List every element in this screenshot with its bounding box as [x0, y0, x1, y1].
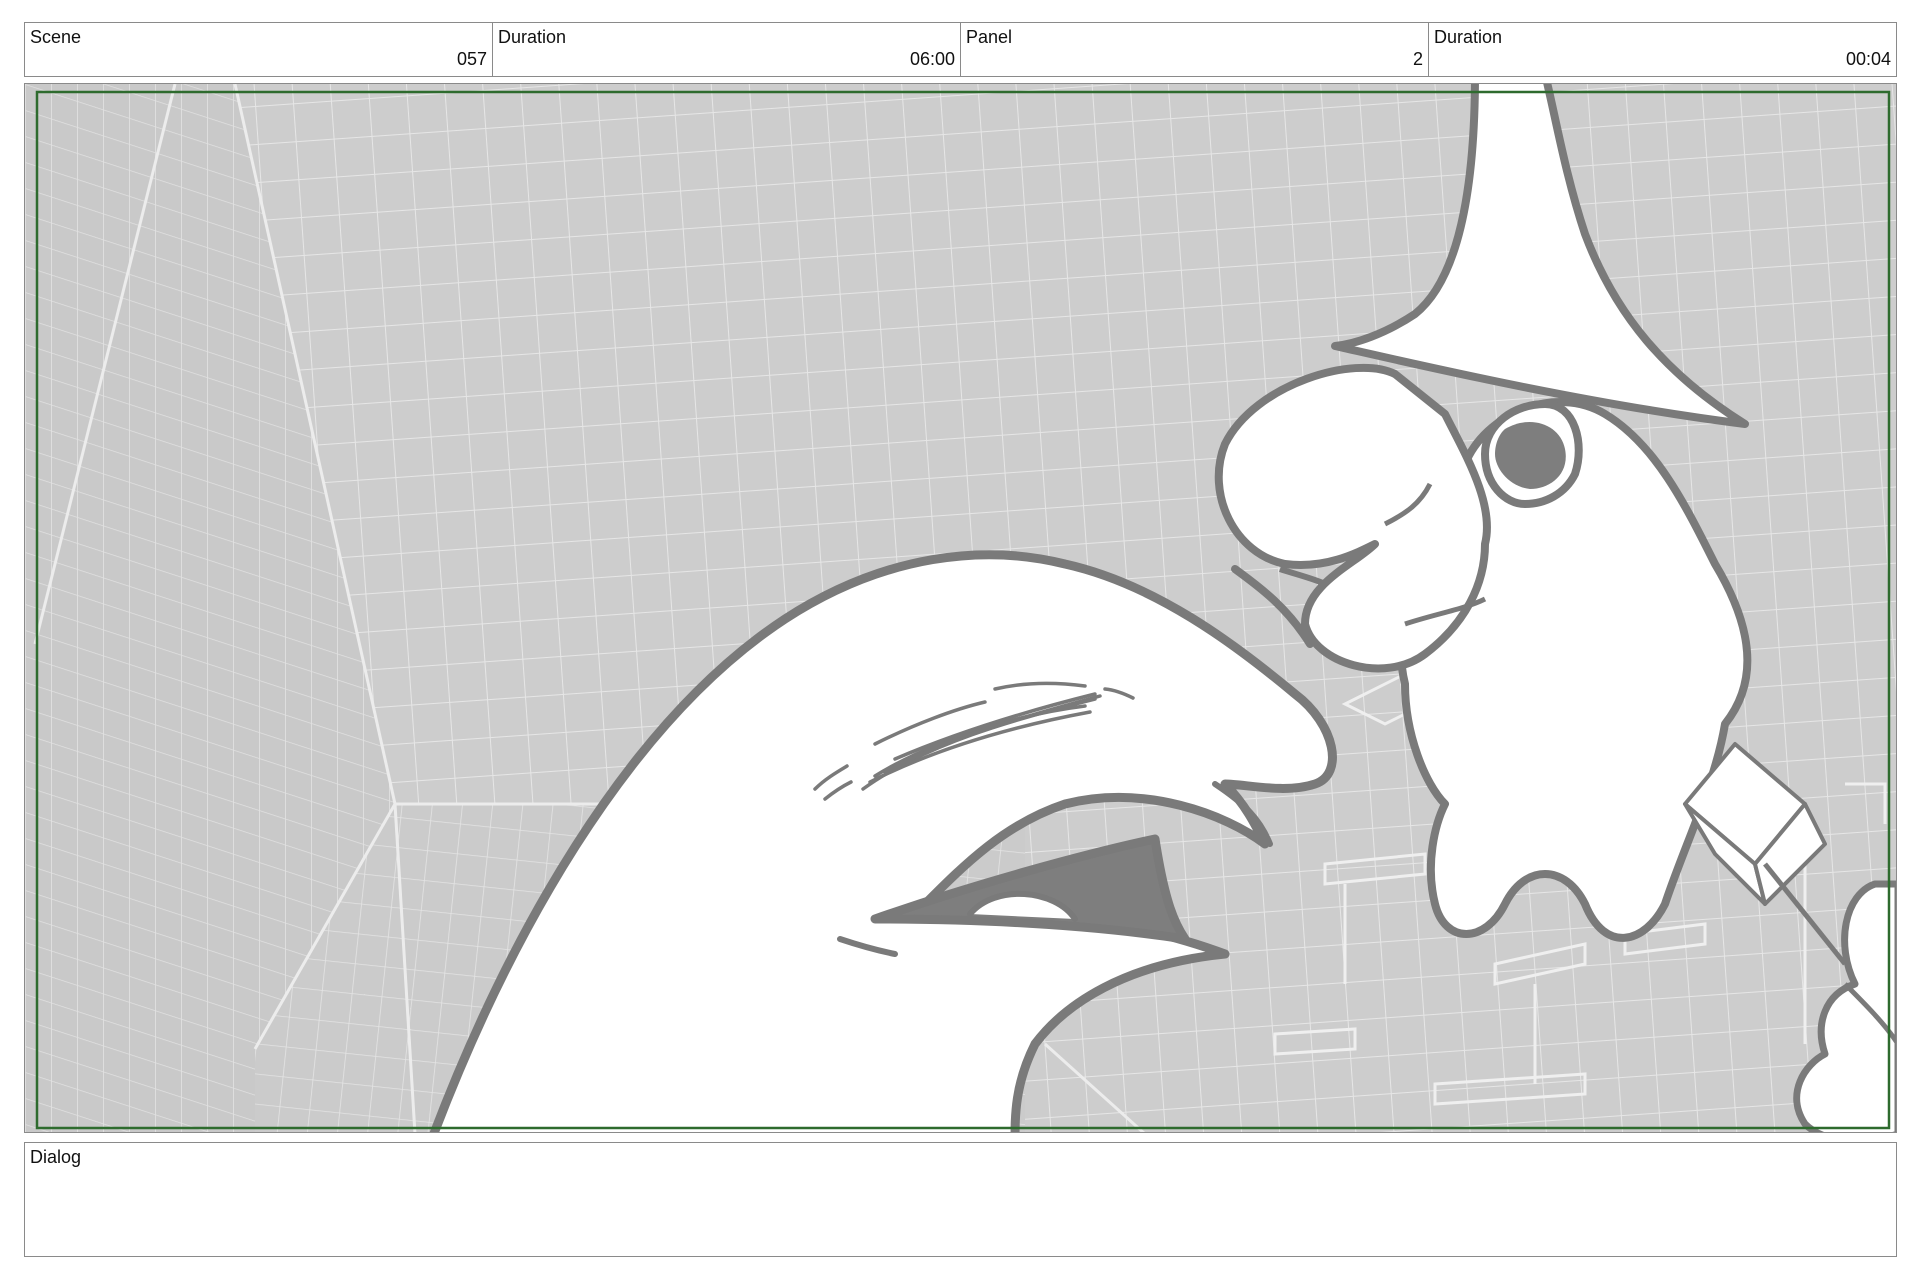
- scene-label: Scene: [30, 27, 82, 47]
- panel-duration-cell: Duration 00:04: [1429, 23, 1896, 76]
- scene-value: 057: [456, 49, 487, 69]
- panel-value: 2: [1412, 49, 1423, 69]
- scene-cell: Scene 057: [25, 23, 493, 76]
- scene-duration-cell: Duration 06:00: [493, 23, 961, 76]
- panel-duration-value: 00:04: [1845, 49, 1891, 69]
- panel-label: Panel: [966, 27, 1013, 47]
- storyboard-panel-image: [24, 83, 1897, 1133]
- panel-duration-label: Duration: [1434, 27, 1503, 47]
- panel-info-header: Scene 057 Duration 06:00 Panel 2 Duratio…: [24, 22, 1897, 77]
- scene-duration-label: Duration: [498, 27, 567, 47]
- panel-cell: Panel 2: [961, 23, 1429, 76]
- storyboard-drawing: [25, 84, 1896, 1132]
- scene-duration-value: 06:00: [909, 49, 955, 69]
- dialog-box: Dialog: [24, 1142, 1897, 1257]
- dialog-label: Dialog: [30, 1147, 82, 1167]
